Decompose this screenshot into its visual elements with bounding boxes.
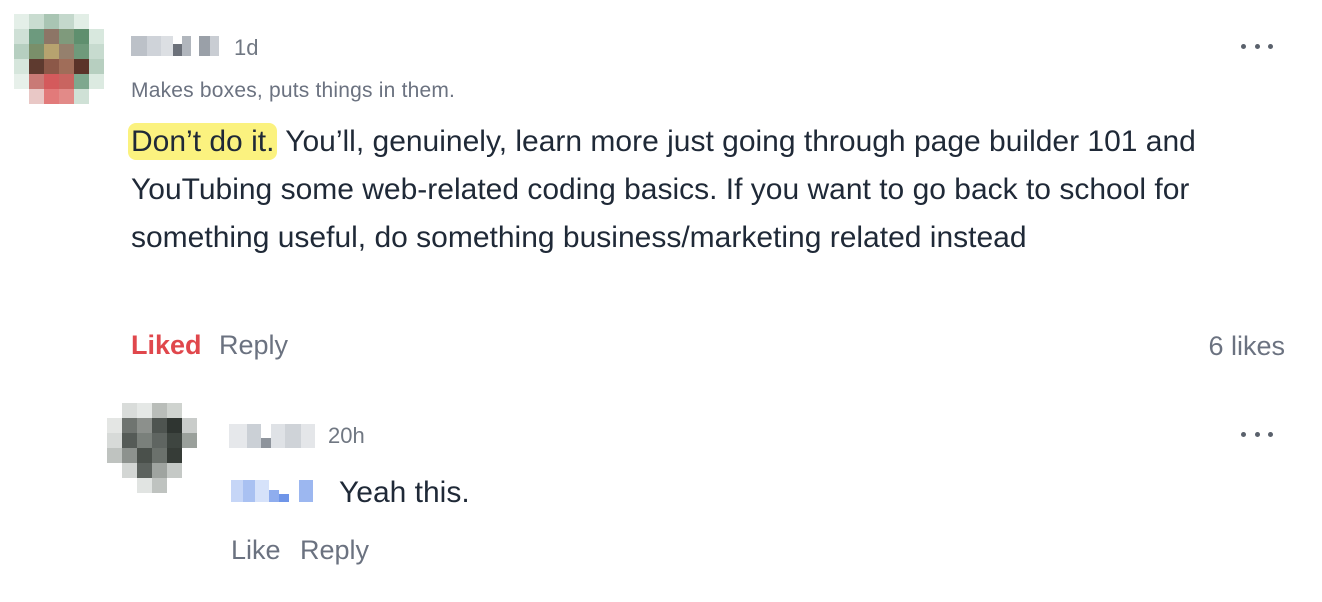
reply-timestamp: 20h [328,423,365,448]
reply-like-button[interactable]: Like [231,537,281,564]
reply-username[interactable] [229,423,315,449]
avatar[interactable] [14,14,104,104]
like-button[interactable]: Liked [131,332,202,359]
reply-avatar[interactable] [107,403,197,493]
reply-button[interactable]: Reply [219,332,288,359]
mentioned-user[interactable] [231,478,313,504]
username[interactable] [131,35,219,57]
reply-reply-button[interactable]: Reply [300,537,369,564]
author-bio: Makes boxes, puts things in them. [131,79,456,102]
comment-text: Don’t do it. You’ll, genuinely, learn mo… [128,118,1251,262]
reply-more-options-icon[interactable] [1241,424,1273,444]
comment-timestamp: 1d [234,35,259,60]
likes-count[interactable]: 6 likes [1208,331,1285,362]
comment-body-text: You’ll, genuinely, learn more just going… [131,125,1196,254]
more-options-icon[interactable] [1241,36,1273,56]
reply-text: Yeah this. [339,476,470,509]
highlighted-text: Don’t do it. [128,123,278,160]
